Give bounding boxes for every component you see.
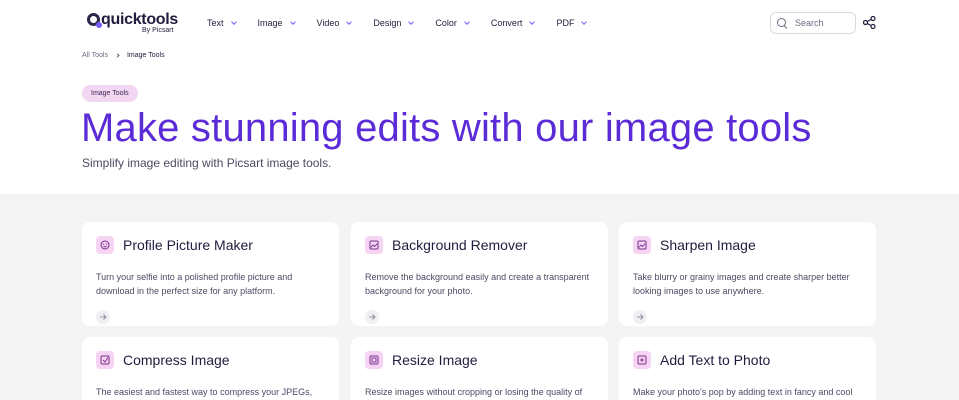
nav-item-text[interactable]: Text bbox=[207, 16, 237, 30]
breadcrumb: All Tools Image Tools bbox=[82, 52, 165, 59]
image-icon bbox=[365, 236, 383, 254]
logo-mark-icon bbox=[87, 13, 102, 28]
nav-item-label: Convert bbox=[490, 18, 523, 28]
tool-card-description: Take blurry or grainy images and create … bbox=[633, 272, 850, 296]
nav-item-color[interactable]: Color bbox=[435, 16, 470, 30]
tool-card-title: Sharpen Image bbox=[660, 237, 756, 253]
chevron-down-icon bbox=[346, 18, 353, 25]
tool-card-description: Remove the background easily and create … bbox=[365, 272, 590, 296]
image-icon bbox=[633, 236, 651, 254]
chevron-down-icon bbox=[529, 18, 536, 25]
tool-card-description: Make your photo's pop by adding text in … bbox=[633, 387, 853, 397]
tool-card-title: Background Remover bbox=[392, 237, 528, 253]
tool-card-title: Profile Picture Maker bbox=[123, 237, 253, 253]
profile-face-icon bbox=[96, 236, 114, 254]
main-nav: Text Image Video Design Color Convert PD… bbox=[207, 16, 608, 30]
arrow-right-icon[interactable] bbox=[96, 310, 110, 324]
nav-item-label: Text bbox=[207, 18, 224, 28]
search-icon bbox=[777, 18, 787, 28]
quicktools-logo[interactable]: quicktools By Picsart bbox=[87, 11, 179, 36]
resize-image-icon bbox=[365, 351, 383, 369]
nav-item-label: Design bbox=[373, 18, 402, 28]
logo-byline: By Picsart bbox=[142, 27, 174, 34]
tool-card-add-text-to-photo[interactable]: Add Text to Photo Make your photo's pop … bbox=[619, 337, 876, 400]
tool-card-profile-picture-maker[interactable]: Profile Picture Maker Turn your selfie i… bbox=[82, 222, 339, 326]
tool-card-description: The easiest and fastest way to compress … bbox=[96, 387, 313, 397]
nav-item-label: Color bbox=[435, 18, 457, 28]
nav-item-label: PDF bbox=[556, 18, 575, 28]
breadcrumb-current: Image Tools bbox=[126, 52, 165, 59]
chevron-right-icon bbox=[115, 53, 120, 58]
share-icon[interactable] bbox=[863, 16, 876, 29]
tool-card-background-remover[interactable]: Background Remover Remove the background… bbox=[351, 222, 608, 326]
page-title: Make stunning edits with our image tools bbox=[81, 106, 812, 150]
arrow-right-icon[interactable] bbox=[365, 310, 379, 324]
nav-item-label: Image bbox=[257, 18, 283, 28]
category-badge: Image Tools bbox=[82, 85, 138, 102]
chevron-down-icon bbox=[581, 18, 588, 25]
search-box[interactable] bbox=[770, 12, 856, 34]
tool-card-resize-image[interactable]: Resize Image Resize images without cropp… bbox=[351, 337, 608, 400]
chevron-down-icon bbox=[464, 18, 470, 25]
nav-item-video[interactable]: Video bbox=[316, 16, 353, 30]
tool-card-title: Compress Image bbox=[123, 352, 230, 368]
nav-item-design[interactable]: Design bbox=[373, 16, 415, 30]
top-header: quicktools By Picsart Text Image Video D… bbox=[0, 0, 959, 46]
page-subtitle: Simplify image editing with Picsart imag… bbox=[82, 156, 332, 170]
tool-card-description: Turn your selfie into a polished profile… bbox=[96, 272, 293, 296]
tool-card-compress-image[interactable]: Compress Image The easiest and fastest w… bbox=[82, 337, 339, 400]
tool-card-title: Resize Image bbox=[392, 352, 478, 368]
add-text-icon bbox=[633, 351, 651, 369]
chevron-down-icon bbox=[289, 18, 296, 25]
nav-item-pdf[interactable]: PDF bbox=[556, 16, 588, 30]
chevron-down-icon bbox=[230, 18, 237, 25]
arrow-right-icon[interactable] bbox=[633, 310, 647, 324]
compress-image-icon bbox=[96, 351, 114, 369]
search-input[interactable] bbox=[795, 18, 853, 28]
tool-card-description: Resize images without cropping or losing… bbox=[365, 387, 583, 397]
tool-card-sharpen-image[interactable]: Sharpen Image Take blurry or grainy imag… bbox=[619, 222, 876, 326]
tool-card-title: Add Text to Photo bbox=[660, 352, 771, 368]
breadcrumb-all-tools-link[interactable]: All Tools bbox=[82, 52, 108, 59]
nav-item-label: Video bbox=[316, 18, 340, 28]
nav-item-convert[interactable]: Convert bbox=[490, 16, 536, 30]
chevron-down-icon bbox=[408, 18, 415, 25]
nav-item-image[interactable]: Image bbox=[257, 16, 296, 30]
